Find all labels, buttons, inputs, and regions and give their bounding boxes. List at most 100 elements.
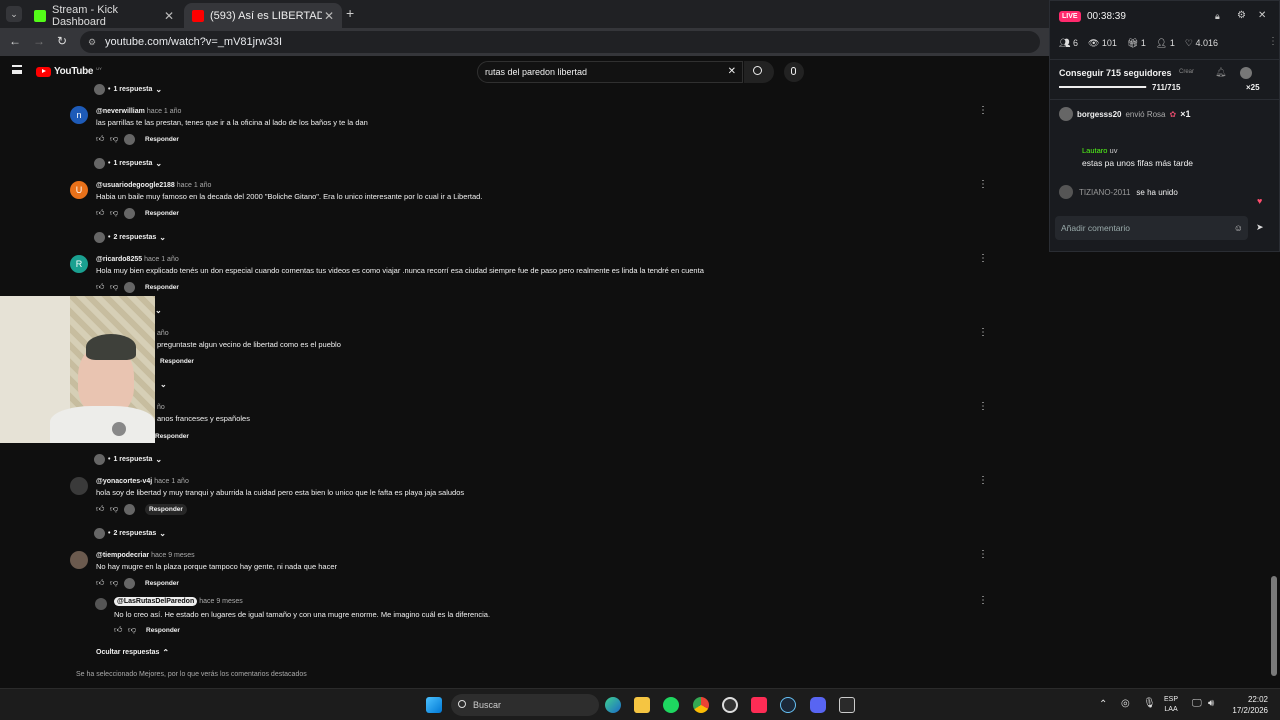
tab-list-dropdown-button[interactable]: ⌄ <box>6 6 22 22</box>
tab-kick-dashboard[interactable]: Stream - Kick Dashboard ✕ <box>26 3 182 28</box>
search-button[interactable] <box>744 61 774 83</box>
replies-toggle[interactable]: • 2 respuestas ⌄ <box>94 232 166 243</box>
comment-time[interactable]: hace 1 año <box>144 256 179 263</box>
avatar[interactable] <box>70 551 88 569</box>
thumbs-up-icon[interactable]: 👍︎ <box>96 283 104 291</box>
comment-time[interactable]: hace 1 año <box>177 182 212 189</box>
steam-icon[interactable] <box>780 697 796 713</box>
thumbs-down-icon[interactable]: 👎︎ <box>110 135 118 143</box>
taskbar-search[interactable]: Buscar <box>451 694 599 716</box>
reply-button[interactable]: Responder <box>145 136 179 143</box>
network-icon[interactable]: 🖵 <box>1192 698 1202 709</box>
replies-toggle[interactable]: • 1 respuesta ⌄ <box>94 84 162 95</box>
more-options-icon[interactable]: ⋮ <box>978 550 988 560</box>
lock-icon[interactable]: 🔒︎ <box>1215 11 1220 22</box>
replies-toggle[interactable]: ⌄ <box>160 380 167 389</box>
scrollbar-thumb[interactable] <box>1271 576 1277 676</box>
reply-button[interactable]: Responder <box>160 358 194 365</box>
avatar[interactable]: U <box>70 181 88 199</box>
thumbs-up-icon[interactable]: 👍︎ <box>114 626 122 634</box>
language-indicator[interactable]: ESP LAA <box>1164 695 1178 715</box>
replies-toggle[interactable]: ⌄ <box>155 306 162 315</box>
thumbs-down-icon[interactable]: 👎︎ <box>110 209 118 217</box>
reply-button[interactable]: Responder <box>145 210 179 217</box>
comment-time[interactable]: ño <box>157 404 165 411</box>
chat-user[interactable]: TIZIANO-2011 <box>1079 188 1130 197</box>
reload-icon[interactable]: ↻ <box>57 34 67 48</box>
menu-icon[interactable] <box>12 65 22 74</box>
emoji-icon[interactable]: ☺ <box>1234 216 1243 240</box>
clear-search-icon[interactable]: ✕ <box>728 62 736 82</box>
site-info-icon[interactable]: ⚙ <box>88 31 96 53</box>
wifi-icon[interactable]: ◎ <box>1121 698 1130 709</box>
replies-toggle[interactable]: • 2 respuestas ⌄ <box>94 528 166 539</box>
windows-start-icon[interactable] <box>426 697 442 713</box>
comment-author[interactable]: @yonacortes-v4j <box>96 478 152 485</box>
thumbs-down-icon[interactable]: 👎︎ <box>128 626 136 634</box>
address-bar[interactable]: ⚙ youtube.com/watch?v=_mV81jrw33I <box>80 31 1040 53</box>
comment-time[interactable]: año <box>157 330 169 337</box>
overflow-icon[interactable]: ⋮ <box>1268 36 1278 47</box>
epic-games-icon[interactable] <box>839 697 855 713</box>
voice-search-button[interactable] <box>784 62 804 82</box>
volume-icon[interactable]: 🔊︎ <box>1208 698 1214 709</box>
comment-time[interactable]: hace 9 meses <box>199 598 243 605</box>
reply-button[interactable]: Responder <box>145 503 187 515</box>
close-icon[interactable]: ✕ <box>1258 10 1266 21</box>
more-options-icon[interactable]: ⋮ <box>978 402 988 412</box>
comment-author[interactable]: @usuariodegoogle2188 <box>96 182 175 189</box>
search-input[interactable]: rutas del paredon libertad ✕ <box>477 61 743 83</box>
back-icon[interactable]: ← <box>9 34 21 48</box>
channel-owner-badge[interactable]: @LasRutasDelParedon <box>114 597 198 606</box>
chat-input[interactable]: Añadir comentario ☺ <box>1055 216 1248 240</box>
thumbs-up-icon[interactable]: 👍︎ <box>96 505 104 513</box>
reply-button[interactable]: Responder <box>155 433 189 440</box>
close-tab-icon[interactable]: ✕ <box>324 9 334 23</box>
tiktok-live-icon[interactable] <box>751 697 767 713</box>
thumbs-down-icon[interactable]: 👎︎ <box>110 579 118 587</box>
reply-button[interactable]: Responder <box>145 580 179 587</box>
comment-author[interactable]: @ricardo8255 <box>96 256 142 263</box>
avatar[interactable] <box>70 477 88 495</box>
obs-icon[interactable] <box>722 697 738 713</box>
file-explorer-icon[interactable] <box>634 697 650 713</box>
chat-user[interactable]: Lautaro <box>1082 146 1107 155</box>
hide-replies-button[interactable]: Ocultar respuestas ⌃ <box>96 648 169 657</box>
thumbs-up-icon[interactable]: 👍︎ <box>96 135 104 143</box>
chrome-icon[interactable] <box>693 697 709 713</box>
send-icon[interactable]: ➤ <box>1256 222 1264 233</box>
spotify-icon[interactable] <box>663 697 679 713</box>
more-options-icon[interactable]: ⋮ <box>978 180 988 190</box>
settings-icon[interactable]: ⚙ <box>1237 10 1246 21</box>
close-tab-icon[interactable]: ✕ <box>164 9 174 23</box>
more-options-icon[interactable]: ⋮ <box>978 106 988 116</box>
thumbs-down-icon[interactable]: 👎︎ <box>110 505 118 513</box>
tab-youtube-video[interactable]: (593) Así es LIBERTAD, la Ciuda ✕ <box>184 3 342 28</box>
more-options-icon[interactable]: ⋮ <box>978 596 988 606</box>
comment-time[interactable]: hace 1 año <box>147 108 182 115</box>
replies-toggle[interactable]: • 1 respuesta ⌄ <box>94 158 162 169</box>
new-tab-button[interactable]: + <box>346 5 354 21</box>
event-user[interactable]: borgesss20 <box>1077 110 1121 119</box>
comment-time[interactable]: hace 1 año <box>154 478 189 485</box>
avatar[interactable]: R <box>70 255 88 273</box>
clock[interactable]: 22:02 17/2/2026 <box>1228 694 1268 716</box>
comment-time[interactable]: hace 9 meses <box>151 552 195 559</box>
comment-author[interactable]: @tiempodecriar <box>96 552 149 559</box>
edge-icon[interactable] <box>605 697 621 713</box>
discord-icon[interactable] <box>810 697 826 713</box>
reply-button[interactable]: Responder <box>146 627 180 634</box>
avatar[interactable] <box>95 598 107 610</box>
youtube-logo[interactable]: YouTube UY <box>36 66 102 77</box>
avatar[interactable]: n <box>70 106 88 124</box>
microphone-icon[interactable]: 🎙︎ <box>1143 698 1156 709</box>
thumbs-up-icon[interactable]: 👍︎ <box>96 209 104 217</box>
comment-author[interactable]: @neverwilliam <box>96 108 145 115</box>
more-options-icon[interactable]: ⋮ <box>978 254 988 264</box>
avatar[interactable] <box>1240 67 1252 79</box>
more-options-icon[interactable]: ⋮ <box>978 476 988 486</box>
forward-icon[interactable]: → <box>33 34 45 48</box>
more-options-icon[interactable]: ⋮ <box>978 328 988 338</box>
notification-icon[interactable]: 🔔︎ <box>1215 67 1226 78</box>
thumbs-up-icon[interactable]: 👍︎ <box>96 579 104 587</box>
